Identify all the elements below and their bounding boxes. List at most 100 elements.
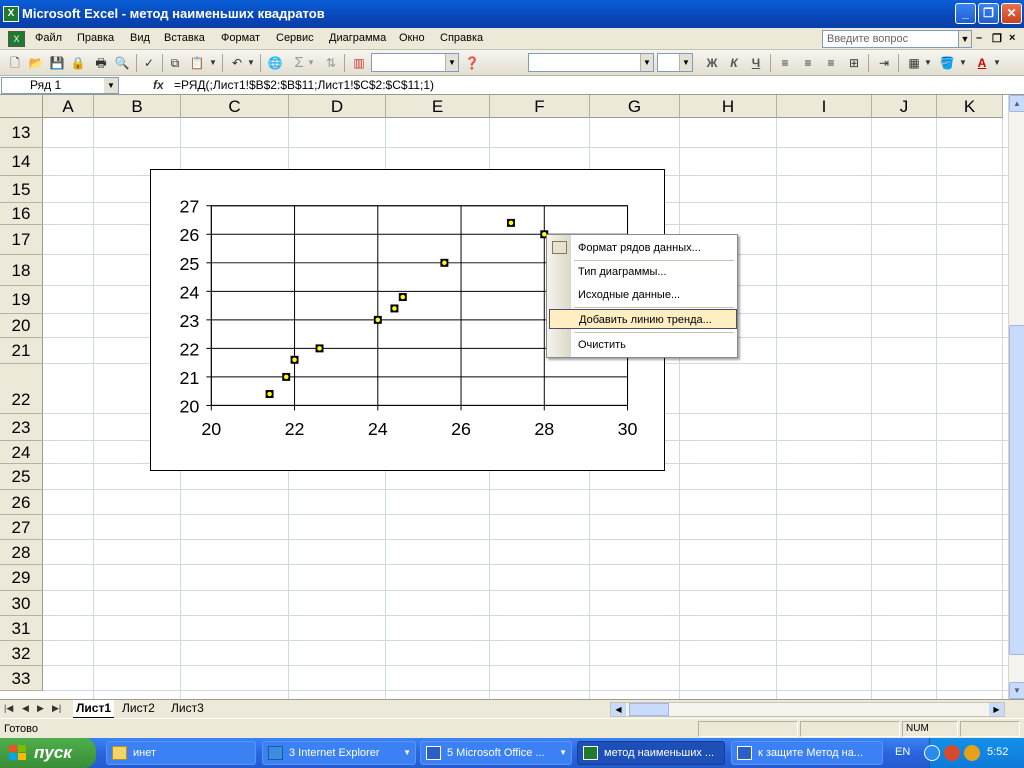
start-button[interactable]: пуск bbox=[0, 738, 96, 768]
menu-format[interactable]: Формат bbox=[221, 32, 260, 44]
menu-help[interactable]: Справка bbox=[440, 32, 483, 44]
font-size-combo[interactable]: ▼ bbox=[657, 53, 693, 72]
prev-sheet-icon[interactable]: ◀ bbox=[22, 703, 29, 714]
menu-tools[interactable]: Сервис bbox=[276, 32, 314, 44]
help-icon[interactable]: ❓ bbox=[463, 54, 481, 72]
column-header-g[interactable]: G bbox=[590, 95, 680, 118]
bold-button[interactable]: Ж bbox=[703, 54, 721, 72]
copy-icon[interactable]: ⧉ bbox=[166, 54, 184, 72]
data-point[interactable] bbox=[508, 219, 514, 226]
doc-minimize-icon[interactable]: – bbox=[976, 32, 982, 44]
column-header-a[interactable]: A bbox=[43, 95, 94, 118]
column-header-d[interactable]: D bbox=[289, 95, 386, 118]
last-sheet-icon[interactable]: ▶| bbox=[52, 703, 61, 714]
scroll-up-icon[interactable]: ▲ bbox=[1009, 95, 1024, 112]
next-sheet-icon[interactable]: ▶ bbox=[37, 703, 44, 714]
document-icon[interactable]: X bbox=[8, 31, 25, 47]
language-indicator[interactable]: EN bbox=[895, 746, 910, 758]
row-header-29[interactable]: 29 bbox=[0, 565, 43, 591]
tray-app-icon[interactable] bbox=[944, 745, 960, 761]
new-icon[interactable]: 🗋 bbox=[6, 54, 24, 72]
ctx-source-data[interactable]: Исходные данные... bbox=[573, 285, 735, 305]
menu-view[interactable]: Вид bbox=[130, 32, 150, 44]
name-box[interactable]: Ряд 1 ▼ bbox=[1, 77, 119, 94]
paste-icon[interactable]: 📋 bbox=[188, 54, 206, 72]
row-header-19[interactable]: 19 bbox=[0, 286, 43, 314]
horizontal-scrollbar[interactable]: ◀ ▶ bbox=[610, 702, 1005, 717]
doc-close-icon[interactable]: × bbox=[1009, 32, 1015, 44]
column-header-b[interactable]: B bbox=[94, 95, 181, 118]
chevron-down-icon[interactable]: ▼ bbox=[208, 54, 218, 72]
task-office[interactable]: 5 Microsoft Office ... ▼ bbox=[420, 741, 572, 765]
task-word-doc[interactable]: к защите Метод на... bbox=[731, 741, 883, 765]
scroll-down-icon[interactable]: ▼ bbox=[1009, 682, 1024, 699]
row-header-18[interactable]: 18 bbox=[0, 255, 43, 286]
underline-button[interactable]: Ч bbox=[747, 54, 765, 72]
zoom-combo[interactable]: ▼ bbox=[371, 53, 459, 72]
column-header-e[interactable]: E bbox=[386, 95, 490, 118]
data-point[interactable] bbox=[441, 259, 448, 266]
chart-wizard-icon[interactable]: ▥ bbox=[350, 54, 368, 72]
scroll-thumb[interactable] bbox=[1009, 325, 1024, 655]
row-header-14[interactable]: 14 bbox=[0, 148, 43, 176]
row-header-23[interactable]: 23 bbox=[0, 414, 43, 441]
data-point[interactable] bbox=[316, 345, 323, 352]
borders-icon[interactable]: ▦ bbox=[905, 54, 923, 72]
font-color-icon[interactable]: A bbox=[973, 54, 991, 72]
data-point[interactable] bbox=[374, 316, 381, 323]
chevron-down-icon[interactable]: ▼ bbox=[992, 54, 1002, 72]
tab-sheet1[interactable]: Лист1 bbox=[73, 700, 115, 718]
data-point[interactable] bbox=[399, 294, 406, 300]
menu-chart[interactable]: Диаграмма bbox=[329, 32, 386, 44]
save-icon[interactable]: 💾 bbox=[48, 54, 66, 72]
worksheet-grid[interactable]: A B C D E F G H I J K 13 14 15 16 17 18 19 20 21 22 23 24 25 26 2… bbox=[0, 95, 1008, 699]
row-header-20[interactable]: 20 bbox=[0, 314, 43, 338]
task-folder[interactable]: инет bbox=[106, 741, 256, 765]
permission-icon[interactable]: 🔒 bbox=[69, 54, 87, 72]
column-header-h[interactable]: H bbox=[680, 95, 777, 118]
fx-icon[interactable]: fx bbox=[153, 78, 164, 92]
indent-icon[interactable]: ⇥ bbox=[875, 54, 893, 72]
first-sheet-icon[interactable]: |◀ bbox=[4, 703, 13, 714]
chevron-down-icon[interactable]: ▼ bbox=[958, 30, 972, 48]
row-header-16[interactable]: 16 bbox=[0, 203, 43, 225]
align-center-icon[interactable]: ≡ bbox=[799, 54, 817, 72]
menu-window[interactable]: Окно bbox=[399, 32, 425, 44]
ctx-clear[interactable]: Очистить bbox=[573, 335, 735, 355]
task-excel[interactable]: метод наименьших ... bbox=[577, 741, 725, 765]
data-series[interactable] bbox=[265, 218, 549, 398]
row-header-28[interactable]: 28 bbox=[0, 540, 43, 565]
align-left-icon[interactable]: ≡ bbox=[776, 54, 794, 72]
menu-insert[interactable]: Вставка bbox=[164, 32, 205, 44]
row-header-27[interactable]: 27 bbox=[0, 515, 43, 540]
column-header-c[interactable]: C bbox=[181, 95, 289, 118]
italic-button[interactable]: К bbox=[725, 54, 743, 72]
row-header-24[interactable]: 24 bbox=[0, 441, 43, 464]
align-right-icon[interactable]: ≡ bbox=[822, 54, 840, 72]
tray-back-icon[interactable] bbox=[924, 745, 940, 761]
data-point[interactable] bbox=[283, 374, 290, 380]
merge-center-icon[interactable]: ⊞ bbox=[845, 54, 863, 72]
row-header-15[interactable]: 15 bbox=[0, 176, 43, 203]
chevron-down-icon[interactable]: ▼ bbox=[104, 78, 118, 93]
row-header-22[interactable]: 22 bbox=[0, 364, 43, 414]
undo-icon[interactable]: ↶ bbox=[228, 54, 246, 72]
row-header-33[interactable]: 33 bbox=[0, 666, 43, 691]
scroll-right-icon[interactable]: ▶ bbox=[989, 703, 1004, 716]
spelling-icon[interactable]: ✓ bbox=[140, 54, 158, 72]
formula-input[interactable]: =РЯД(;Лист1!$B$2:$B$11;Лист1!$C$2:$C$11;… bbox=[174, 78, 434, 92]
data-point[interactable] bbox=[291, 356, 298, 363]
chevron-down-icon[interactable]: ▼ bbox=[679, 54, 692, 71]
restore-button[interactable]: ❐ bbox=[978, 3, 999, 24]
print-preview-icon[interactable]: 🔍 bbox=[113, 54, 131, 72]
row-header-31[interactable]: 31 bbox=[0, 616, 43, 641]
help-question-input[interactable]: Введите вопрос bbox=[822, 30, 972, 48]
font-name-combo[interactable]: ▼ bbox=[528, 53, 654, 72]
excel-icon[interactable]: X bbox=[3, 6, 19, 22]
hyperlink-icon[interactable]: 🌐 bbox=[266, 54, 284, 72]
chevron-down-icon[interactable]: ▼ bbox=[640, 54, 653, 71]
title-bar[interactable]: X Microsoft Excel - метод наименьших ква… bbox=[0, 0, 1024, 28]
chevron-down-icon[interactable]: ▼ bbox=[923, 54, 933, 72]
hscroll-thumb[interactable] bbox=[629, 703, 669, 716]
column-header-i[interactable]: I bbox=[777, 95, 872, 118]
